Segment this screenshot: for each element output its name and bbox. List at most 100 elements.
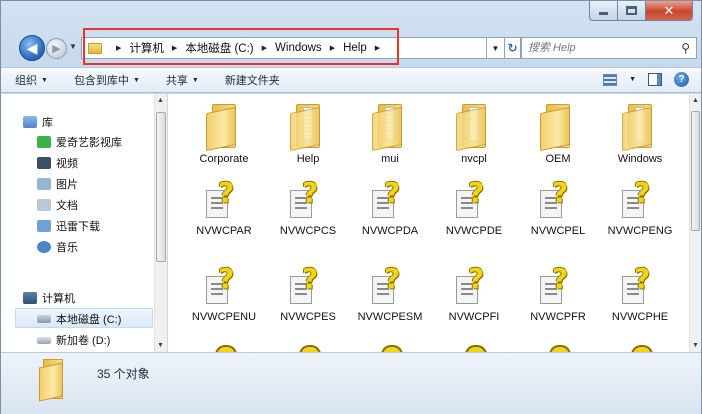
- include-in-library-label: 包含到库中: [73, 75, 129, 87]
- folder-item[interactable]: Windows: [598, 104, 682, 167]
- folder-item[interactable]: OEM: [516, 104, 600, 167]
- chevron-down-icon: ▼: [132, 76, 140, 84]
- nav-item-label: 爱奇艺影视库: [56, 137, 122, 149]
- search-input[interactable]: [528, 42, 648, 54]
- unknown-file-icon: [381, 345, 403, 352]
- folder-icon: [206, 104, 242, 152]
- nav-item-local-disk[interactable]: 本地磁盘 (C:): [37, 311, 121, 327]
- folder-item[interactable]: nvcpl: [432, 104, 516, 167]
- item-label: OEM: [545, 153, 571, 165]
- file-item[interactable]: ? NVWCPEL: [516, 176, 600, 239]
- item-label: NVWCPEL: [530, 225, 586, 237]
- folder-item[interactable]: Corporate: [182, 104, 266, 167]
- nav-item-xunlei[interactable]: 迅雷下载: [37, 218, 100, 234]
- file-item[interactable]: ? NVWCPENU: [182, 262, 266, 325]
- address-bar[interactable]: ▶ 计算机 ▶ 本地磁盘 (C:) ▶ Windows ▶ Help ▶: [81, 37, 487, 59]
- back-button[interactable]: ◀: [19, 35, 45, 61]
- file-item[interactable]: ? NVWCPDE: [432, 176, 516, 239]
- view-dropdown-icon[interactable]: ▼: [629, 76, 636, 83]
- breadcrumb-computer[interactable]: 计算机: [129, 40, 164, 56]
- content-scrollbar[interactable]: ▲ ▼: [689, 94, 701, 352]
- nav-scrollbar[interactable]: ▲ ▼: [154, 94, 167, 352]
- share-label: 共享: [165, 75, 188, 87]
- breadcrumb-local-disk[interactable]: 本地磁盘 (C:): [185, 40, 253, 56]
- preview-pane-icon[interactable]: [648, 73, 662, 86]
- breadcrumb-help[interactable]: Help: [343, 42, 367, 54]
- nav-item-iqiyi[interactable]: 爱奇艺影视库: [37, 134, 122, 150]
- search-icon[interactable]: ⚲: [681, 41, 690, 55]
- file-item[interactable]: ? NVWCPDA: [348, 176, 432, 239]
- include-in-library-menu[interactable]: 包含到库中 ▼: [74, 72, 140, 88]
- forward-button[interactable]: ▶: [46, 38, 67, 59]
- file-item[interactable]: ? NVWCPFR: [516, 262, 600, 325]
- unknown-file-icon: ?: [620, 262, 660, 306]
- chevron-down-icon: ▼: [191, 76, 199, 84]
- unknown-file-icon: ?: [370, 176, 410, 220]
- file-item[interactable]: ? NVWCPHE: [598, 262, 682, 325]
- file-item[interactable]: ? NVWCPENG: [598, 176, 682, 239]
- help-icon[interactable]: ?: [674, 72, 689, 87]
- nav-item-label: 音乐: [56, 242, 78, 254]
- nav-item-computer[interactable]: 计算机: [23, 290, 75, 306]
- file-item[interactable]: ? NVWCPESM: [348, 262, 432, 325]
- refresh-button[interactable]: ↻: [505, 37, 521, 59]
- refresh-icon: ↻: [507, 41, 518, 55]
- nav-item-pictures[interactable]: 图片: [37, 176, 78, 192]
- share-menu[interactable]: 共享 ▼: [166, 72, 199, 88]
- nav-item-libraries[interactable]: 库: [23, 114, 53, 130]
- minimize-icon: [599, 12, 608, 15]
- scroll-down-icon[interactable]: ▼: [157, 342, 164, 349]
- nav-item-music[interactable]: 音乐: [37, 239, 78, 255]
- item-label: NVWCPCS: [279, 225, 337, 237]
- unknown-file-icon: ?: [620, 176, 660, 220]
- file-item[interactable]: ? NVWCPES: [266, 262, 350, 325]
- file-item[interactable]: ? NVWCPAR: [182, 176, 266, 239]
- command-toolbar: 组织 ▼ 包含到库中 ▼ 共享 ▼ 新建文件夹 ▼ ?: [1, 67, 701, 93]
- folder-item[interactable]: Help: [266, 104, 350, 167]
- item-label: nvcpl: [461, 153, 487, 165]
- breadcrumb: ▶ 计算机 ▶ 本地磁盘 (C:) ▶ Windows ▶ Help ▶: [108, 40, 388, 56]
- breadcrumb-separator-icon[interactable]: ▶: [262, 44, 267, 52]
- folder-icon: [456, 104, 492, 152]
- item-label: NVWCPES: [280, 311, 336, 323]
- breadcrumb-separator-icon[interactable]: ▶: [116, 44, 121, 52]
- back-arrow-icon: ◀: [26, 39, 38, 56]
- item-label: NVWCPENG: [607, 225, 673, 237]
- close-button[interactable]: ✕: [645, 1, 693, 21]
- nav-item-label: 迅雷下载: [56, 221, 100, 233]
- organize-menu[interactable]: 组织 ▼: [15, 72, 48, 88]
- details-pane: 35 个对象: [1, 352, 701, 414]
- new-folder-label: 新建文件夹: [224, 75, 280, 87]
- file-item[interactable]: ? NVWCPCS: [266, 176, 350, 239]
- address-dropdown-icon[interactable]: ▼: [487, 37, 505, 59]
- item-label: NVWCPHE: [611, 311, 669, 323]
- scroll-thumb[interactable]: [156, 112, 166, 262]
- breadcrumb-separator-icon[interactable]: ▶: [375, 44, 380, 52]
- new-folder-button[interactable]: 新建文件夹: [225, 72, 280, 88]
- history-dropdown-icon[interactable]: ▼: [69, 42, 77, 51]
- maximize-button[interactable]: [617, 1, 645, 21]
- folder-item[interactable]: mui: [348, 104, 432, 167]
- minimize-button[interactable]: [589, 1, 617, 21]
- nav-item-documents[interactable]: 文档: [37, 197, 78, 213]
- breadcrumb-windows[interactable]: Windows: [275, 42, 322, 54]
- breadcrumb-separator-icon[interactable]: ▶: [330, 44, 335, 52]
- change-view-icon[interactable]: [603, 73, 618, 86]
- unknown-file-icon: ?: [204, 176, 244, 220]
- item-label: NVWCPENU: [191, 311, 257, 323]
- nav-item-videos[interactable]: 视频: [37, 155, 78, 171]
- breadcrumb-separator-icon[interactable]: ▶: [172, 44, 177, 52]
- nav-item-new-volume[interactable]: 新加卷 (D:): [37, 332, 110, 348]
- toolbar-right: ▼ ?: [603, 72, 689, 87]
- item-label: NVWCPDA: [361, 225, 419, 237]
- nav-item-label: 图片: [56, 179, 78, 191]
- item-label: NVWCPFI: [448, 311, 500, 323]
- item-label: Windows: [617, 153, 663, 165]
- scroll-thumb[interactable]: [691, 111, 700, 231]
- scroll-down-icon[interactable]: ▼: [692, 342, 699, 349]
- scroll-up-icon[interactable]: ▲: [157, 97, 164, 104]
- scroll-up-icon[interactable]: ▲: [692, 97, 699, 104]
- file-item[interactable]: ? NVWCPFI: [432, 262, 516, 325]
- item-label: NVWCPESM: [357, 311, 423, 323]
- unknown-file-icon: ?: [370, 262, 410, 306]
